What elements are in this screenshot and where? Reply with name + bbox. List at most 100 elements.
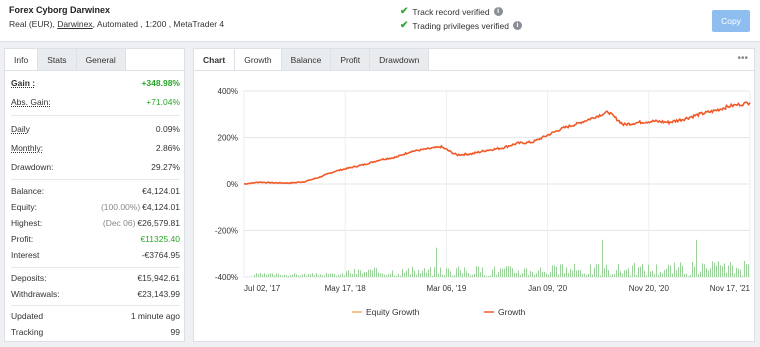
- volume-bar: [578, 269, 579, 277]
- volume-bar: [726, 272, 727, 277]
- volume-bar: [516, 272, 517, 277]
- trading-privileges-label: Trading privileges verified: [412, 20, 509, 31]
- volume-bar: [612, 273, 613, 277]
- info-icon[interactable]: i: [493, 7, 503, 16]
- copy-button[interactable]: Copy: [712, 10, 750, 32]
- volume-bar: [684, 274, 685, 277]
- volume-bar: [510, 266, 511, 277]
- volume-bar: [326, 273, 327, 277]
- volume-bar: [456, 268, 457, 277]
- volume-bar: [526, 268, 527, 277]
- tab-general[interactable]: General: [76, 49, 126, 70]
- volume-bar: [730, 262, 731, 277]
- chart-grid: [243, 90, 751, 278]
- volume-bar: [474, 273, 475, 277]
- volume-bar: [514, 272, 515, 277]
- volume-bar: [346, 271, 347, 277]
- volume-bar: [372, 270, 373, 277]
- volume-bar: [268, 273, 269, 277]
- volume-bar: [368, 269, 369, 277]
- volume-bar: [460, 270, 461, 277]
- volume-bar: [298, 275, 299, 277]
- volume-bar: [380, 273, 381, 277]
- deposits-value: €15,942.61: [137, 273, 180, 283]
- daily-label[interactable]: Daily: [11, 124, 30, 138]
- volume-bar: [664, 270, 665, 277]
- legend-growth[interactable]: Growth: [498, 307, 526, 317]
- volume-bar: [324, 275, 325, 277]
- gain-value: +348.98%: [141, 78, 180, 88]
- volume-bar: [530, 270, 531, 277]
- legend-equity-growth[interactable]: Equity Growth: [366, 307, 420, 317]
- volume-bar: [280, 275, 281, 277]
- volume-bar: [462, 273, 463, 277]
- volume-bar: [656, 264, 657, 277]
- broker-link[interactable]: Darwinex: [57, 19, 92, 29]
- volume-bar: [258, 274, 259, 277]
- volume-bar: [610, 275, 611, 277]
- gain-label[interactable]: Gain :: [11, 78, 35, 92]
- x-axis-ticks: Jul 02, '17 May 17, '18 Mar 06, '19 Jan 09,…: [244, 284, 751, 293]
- volume-bar: [296, 274, 297, 277]
- volume-bar: [310, 274, 311, 277]
- volume-bar: [402, 268, 403, 277]
- volume-bar: [382, 273, 383, 277]
- stat-deposits: Deposits: €15,942.61: [11, 273, 180, 287]
- volume-bar: [444, 275, 445, 277]
- volume-bar: [314, 275, 315, 277]
- volume-bar: [502, 269, 503, 277]
- interest-value: -€3764.95: [141, 250, 180, 260]
- volume-bar: [546, 273, 547, 277]
- volume-bar: [464, 267, 465, 277]
- volume-bar: [606, 264, 607, 277]
- volume-bar: [452, 275, 453, 277]
- volume-bar: [742, 275, 743, 277]
- stat-equity: Equity: (100.00%) €4,124.01: [11, 202, 180, 216]
- volume-bar: [320, 274, 321, 277]
- volume-bar: [494, 266, 495, 277]
- tab-stats[interactable]: Stats: [38, 49, 77, 70]
- volume-bar: [644, 270, 645, 277]
- volume-bar: [432, 275, 433, 277]
- volume-bar: [490, 275, 491, 277]
- volume-bar: [482, 267, 483, 277]
- stat-profit: Profit: €11325.40: [11, 234, 180, 248]
- volume-bar: [302, 274, 303, 277]
- account-header: Forex Cyborg Darwinex Real (EUR), Darwin…: [0, 0, 760, 42]
- updated-value: 1 minute ago: [130, 311, 180, 321]
- equity-percent: (100.00%): [100, 202, 141, 212]
- volume-bar: [520, 274, 521, 277]
- volume-bar: [488, 275, 489, 277]
- volume-bar: [318, 275, 319, 277]
- updated-label: Updated: [11, 311, 44, 321]
- volume-bar: [472, 274, 473, 277]
- abs-gain-value: +71.04%: [146, 97, 180, 107]
- volume-bar: [568, 272, 569, 277]
- volume-bar: [650, 271, 651, 277]
- tab-info[interactable]: Info: [5, 49, 39, 70]
- volume-bar: [470, 275, 471, 277]
- volume-bar: [648, 264, 649, 277]
- withdrawals-value: €23,143.99: [137, 289, 180, 299]
- highest-label: Highest:: [11, 218, 43, 228]
- volume-bar: [330, 273, 331, 277]
- volume-bar: [596, 264, 597, 277]
- abs-gain-label[interactable]: Abs. Gain:: [11, 97, 51, 111]
- monthly-label[interactable]: Monthly:: [11, 143, 43, 157]
- volume-bar: [672, 273, 673, 277]
- volume-bar: [692, 261, 693, 277]
- volume-bar: [290, 275, 291, 277]
- info-icon[interactable]: i: [512, 21, 522, 30]
- volume-bar: [434, 267, 435, 277]
- volume-bar: [718, 261, 719, 277]
- volume-bar: [486, 275, 487, 277]
- volume-bar: [604, 267, 605, 277]
- divider: [11, 179, 180, 180]
- volume-bar: [492, 269, 493, 277]
- volume-bar: [584, 273, 585, 277]
- volume-bar: [712, 261, 713, 277]
- withdrawals-label: Withdrawals:: [11, 289, 60, 299]
- volume-bar: [422, 271, 423, 277]
- volume-bar: [480, 272, 481, 277]
- volume-bar: [532, 271, 533, 277]
